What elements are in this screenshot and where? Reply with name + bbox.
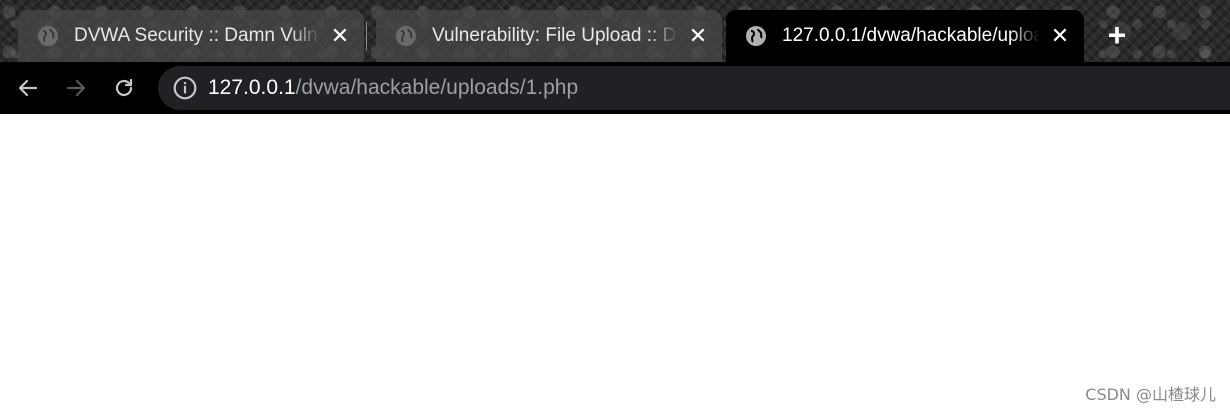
globe-icon: [396, 26, 416, 46]
forward-button[interactable]: [62, 74, 90, 102]
tab-title: DVWA Security :: Damn Vulnerable Web App…: [74, 25, 320, 46]
address-bar[interactable]: 127.0.0.1/dvwa/hackable/uploads/1.php: [158, 66, 1230, 110]
forward-arrow-icon: [66, 79, 86, 97]
url-text[interactable]: 127.0.0.1/dvwa/hackable/uploads/1.php: [208, 76, 578, 100]
browser-toolbar: 127.0.0.1/dvwa/hackable/uploads/1.php: [0, 62, 1230, 114]
tab-strip: DVWA Security :: Damn Vulnerable Web App…: [0, 0, 1230, 62]
globe-icon: [38, 26, 58, 46]
globe-icon: [746, 26, 766, 46]
reload-button[interactable]: [110, 74, 138, 102]
url-host: 127.0.0.1: [208, 76, 296, 99]
tab-uploaded-php[interactable]: 127.0.0.1/dvwa/hackable/uploads/1.php ✕: [726, 10, 1084, 62]
url-path: /dvwa/hackable/uploads/1.php: [295, 76, 579, 99]
tab-dvwa-security[interactable]: DVWA Security :: Damn Vulnerable Web App…: [18, 10, 364, 62]
tab-separator: [366, 22, 367, 50]
tab-title: 127.0.0.1/dvwa/hackable/uploads/1.php: [782, 25, 1040, 46]
watermark: CSDN @山楂球儿: [1085, 385, 1216, 404]
close-tab-icon[interactable]: ✕: [686, 23, 710, 48]
tab-file-upload[interactable]: Vulnerability: File Upload :: Damn Vulne…: [376, 10, 722, 62]
new-tab-button[interactable]: +: [1100, 18, 1134, 52]
info-icon[interactable]: [172, 75, 198, 101]
back-button[interactable]: [14, 74, 42, 102]
tab-title: Vulnerability: File Upload :: Damn Vulne…: [432, 25, 678, 46]
close-tab-icon[interactable]: ✕: [328, 23, 352, 48]
back-arrow-icon: [18, 79, 38, 97]
reload-icon: [115, 78, 133, 97]
close-tab-icon[interactable]: ✕: [1048, 23, 1072, 48]
